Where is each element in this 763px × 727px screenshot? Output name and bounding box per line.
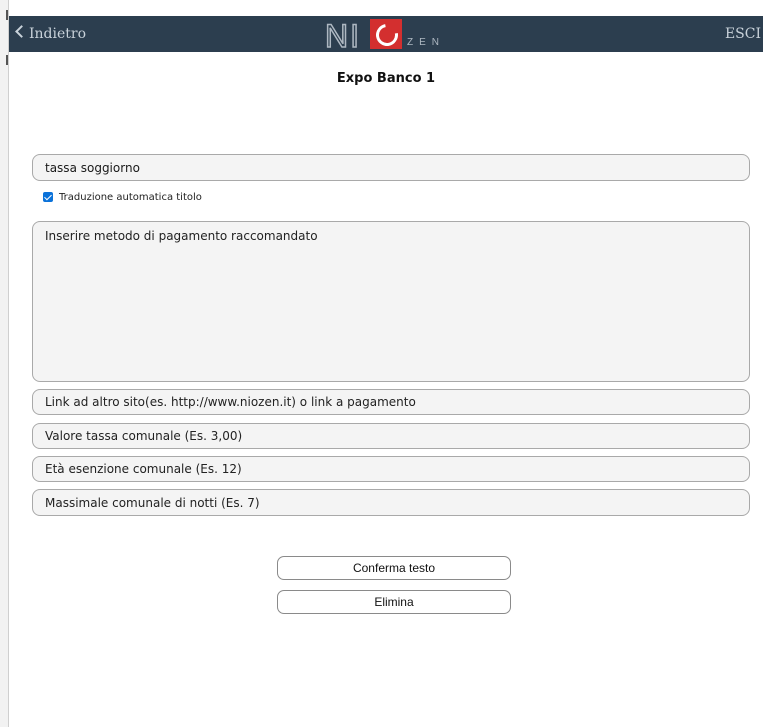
auto-translate-label: Traduzione automatica titolo bbox=[59, 191, 202, 203]
edge-marker bbox=[6, 10, 8, 20]
payment-description-textarea[interactable] bbox=[32, 221, 750, 382]
confirm-button[interactable]: Conferma testo bbox=[277, 556, 511, 580]
edge-marker bbox=[6, 55, 8, 65]
niozen-logo: NI ZEN bbox=[319, 18, 469, 54]
checkbox-checked-icon[interactable] bbox=[43, 192, 53, 202]
page: Indietro NI ZEN ESCI Expo Banco 1 Traduz… bbox=[0, 0, 763, 727]
logo-o-mark bbox=[370, 19, 403, 51]
exit-button-label: ESCI bbox=[724, 26, 761, 42]
top-navigation-bar: Indietro NI ZEN ESCI bbox=[9, 16, 763, 54]
back-button-label: Indietro bbox=[29, 26, 87, 42]
delete-button[interactable]: Elimina bbox=[277, 590, 511, 614]
title-input[interactable] bbox=[32, 154, 750, 181]
page-title: Expo Banco 1 bbox=[336, 71, 436, 86]
exemption-age-input[interactable] bbox=[32, 456, 750, 482]
auto-translate-row[interactable]: Traduzione automatica titolo bbox=[43, 190, 202, 204]
logo-text-zen: ZEN bbox=[407, 37, 445, 48]
window-left-edge bbox=[0, 0, 9, 727]
tax-value-input[interactable] bbox=[32, 423, 750, 449]
logo-ring-icon bbox=[371, 19, 403, 51]
logo-text-ni: NI bbox=[324, 18, 361, 54]
back-button[interactable]: Indietro bbox=[15, 25, 87, 43]
max-nights-input[interactable] bbox=[32, 489, 750, 516]
exit-button[interactable]: ESCI bbox=[725, 25, 761, 43]
chevron-left-icon bbox=[15, 25, 28, 38]
link-input[interactable] bbox=[32, 389, 750, 415]
